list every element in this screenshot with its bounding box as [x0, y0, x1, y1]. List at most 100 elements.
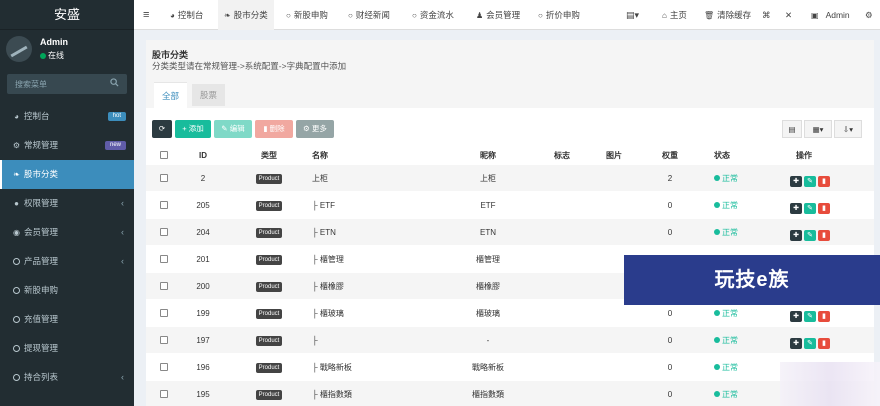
tab-news[interactable]: ○ 财经新闻 — [348, 0, 390, 30]
circle-icon — [13, 316, 20, 323]
sidebar-item-members[interactable]: ◉ 会员管理 ‹ — [0, 218, 134, 247]
type-badge: Product — [255, 255, 283, 265]
export-dropdown-icon[interactable]: ⇩▾ — [834, 120, 862, 138]
admin-menu[interactable]: ▣ Admin — [811, 0, 850, 30]
column-header[interactable]: 图片 — [602, 147, 626, 165]
column-header[interactable]: 标志 — [550, 147, 574, 165]
sidebar-item-general[interactable]: ⚙ 常规管理 new — [0, 131, 134, 160]
delete-icon[interactable]: ▮ — [818, 230, 830, 241]
row-checkbox[interactable] — [160, 300, 168, 327]
status-label: 正常 — [722, 390, 738, 399]
delete-icon[interactable]: ▮ — [818, 338, 830, 349]
move-icon[interactable]: ✚ — [790, 230, 802, 241]
type-badge: Product — [255, 336, 283, 346]
move-icon[interactable]: ✚ — [790, 311, 802, 322]
add-button[interactable]: + 添加 — [175, 120, 211, 138]
tab-stock[interactable]: 股票 — [192, 84, 226, 106]
tab-dashboard[interactable]: ◕ 控制台 — [170, 0, 203, 30]
cell-nickname: ETF — [480, 201, 496, 210]
row-checkbox[interactable] — [160, 246, 168, 273]
home-link[interactable]: ⌂ 主页 — [662, 0, 687, 30]
app-logo[interactable]: 安盛 — [0, 0, 134, 30]
edit-icon[interactable]: ✎ — [804, 176, 816, 187]
table-row[interactable]: 195 Product ├ 櫃指數類 櫃指數類 0 正常 — [146, 381, 874, 406]
tab-members[interactable]: ♟ 会员管理 — [476, 0, 520, 30]
column-header[interactable]: 权重 — [654, 147, 686, 165]
row-actions: ✚ ✎ ▮ — [790, 165, 832, 192]
column-header[interactable]: 类型 — [254, 147, 284, 165]
edit-icon[interactable]: ✎ — [804, 203, 816, 214]
move-icon[interactable]: ✚ — [790, 203, 802, 214]
row-checkbox[interactable] — [160, 219, 168, 246]
tab-stock-category[interactable]: ❧ 股市分类 — [218, 0, 274, 30]
cell-id: 201 — [196, 255, 210, 264]
table-header-row: ID 类型 名称 昵称 标志 图片 权重 状态 操作 — [146, 147, 874, 165]
sidebar-item-dashboard[interactable]: ◕ 控制台 hot — [0, 102, 134, 131]
edit-icon[interactable]: ✎ — [804, 338, 816, 349]
table-row[interactable]: 205 Product ├ ETF ETF 0 正常 ✚ ✎ ▮ — [146, 192, 874, 219]
sidebar-item-withdraw[interactable]: 提现管理 — [0, 334, 134, 363]
avatar-icon: ▣ — [811, 11, 819, 20]
admin-label: Admin — [825, 10, 850, 20]
column-header[interactable]: ID — [192, 147, 214, 165]
move-icon[interactable]: ✚ — [790, 176, 802, 187]
tabs-dropdown-icon[interactable]: ▤▾ — [626, 0, 639, 30]
edit-icon[interactable]: ✎ — [804, 230, 816, 241]
panel-header: 股市分类 分类类型请在常规管理->系统配置->字典配置中添加 全部 股票 — [146, 40, 874, 108]
language-icon[interactable]: ⌘ — [762, 0, 771, 30]
columns-dropdown-icon[interactable]: ▦▾ — [804, 120, 832, 138]
chevron-left-icon: ‹ — [121, 227, 124, 237]
edit-icon[interactable]: ✎ — [804, 311, 816, 322]
delete-icon[interactable]: ▮ — [818, 311, 830, 322]
cell-type: Product — [254, 192, 284, 219]
settings-gear-icon[interactable]: ⚙ — [865, 0, 873, 30]
dashboard-icon: ◕ — [14, 112, 19, 121]
cell-name: ├ 櫃玻璃 — [312, 309, 344, 318]
row-checkbox[interactable] — [160, 192, 168, 219]
select-all-checkbox[interactable] — [160, 147, 168, 165]
tab-discount-ipo[interactable]: ○ 折价申购 — [538, 0, 580, 30]
status-badge: 正常 — [714, 192, 738, 219]
table-row[interactable]: 196 Product ├ 戰略新板 戰略新板 0 正常 — [146, 354, 874, 381]
row-checkbox[interactable] — [160, 327, 168, 354]
cell-type: Product — [254, 381, 284, 406]
delete-icon[interactable]: ▮ — [818, 203, 830, 214]
row-checkbox[interactable] — [160, 273, 168, 300]
status-badge: 正常 — [714, 354, 738, 381]
delete-icon[interactable]: ▮ — [818, 176, 830, 187]
cell-nickname: 櫃指數類 — [472, 390, 504, 399]
table-row[interactable]: 204 Product ├ ETN ETN 0 正常 ✚ ✎ ▮ — [146, 219, 874, 246]
column-header[interactable]: 昵称 — [472, 147, 504, 165]
sidebar-item-ipo[interactable]: 新股申购 — [0, 276, 134, 305]
delete-button[interactable]: ▮ 删除 — [255, 120, 293, 138]
clear-cache-button[interactable]: 🗑 清除缓存 — [704, 0, 751, 30]
cell-name: 上柜 — [312, 174, 328, 183]
sidebar-item-products[interactable]: 产品管理 ‹ — [0, 247, 134, 276]
edit-button[interactable]: ✎ 编辑 — [214, 120, 252, 138]
row-checkbox[interactable] — [160, 354, 168, 381]
tab-funds[interactable]: ○ 资金流水 — [412, 0, 454, 30]
row-checkbox[interactable] — [160, 165, 168, 192]
menu-toggle-icon[interactable]: ≡ — [143, 0, 149, 30]
tab-all[interactable]: 全部 — [154, 82, 188, 108]
search-input[interactable] — [7, 74, 107, 94]
toggle-view-icon[interactable]: ▤ — [782, 120, 802, 138]
cell-id: 199 — [196, 309, 210, 318]
table-row[interactable]: 2 Product 上柜 上柜 2 正常 ✚ ✎ ▮ — [146, 165, 874, 192]
column-header[interactable]: 状态 — [714, 147, 730, 165]
column-header[interactable]: 名称 — [312, 147, 328, 165]
chevron-left-icon: ‹ — [121, 198, 124, 208]
move-icon[interactable]: ✚ — [790, 338, 802, 349]
leaf-icon: ❧ — [224, 11, 231, 20]
table-row[interactable]: 197 Product ├ - 0 正常 ✚ ✎ ▮ — [146, 327, 874, 354]
sidebar-item-permissions[interactable]: ● 权限管理 ‹ — [0, 189, 134, 218]
search-icon[interactable] — [110, 78, 119, 87]
fullscreen-icon[interactable]: ✕ — [785, 0, 792, 30]
sidebar-item-holdings[interactable]: 持合列表 ‹ — [0, 363, 134, 392]
refresh-button[interactable]: ⟳ — [152, 120, 172, 138]
more-button[interactable]: ⚙ 更多 — [296, 120, 334, 138]
sidebar-item-stock-category[interactable]: ❧ 股市分类 — [0, 160, 134, 189]
row-checkbox[interactable] — [160, 381, 168, 406]
tab-ipo[interactable]: ○ 新股申购 — [286, 0, 328, 30]
sidebar-item-recharge[interactable]: 充值管理 — [0, 305, 134, 334]
